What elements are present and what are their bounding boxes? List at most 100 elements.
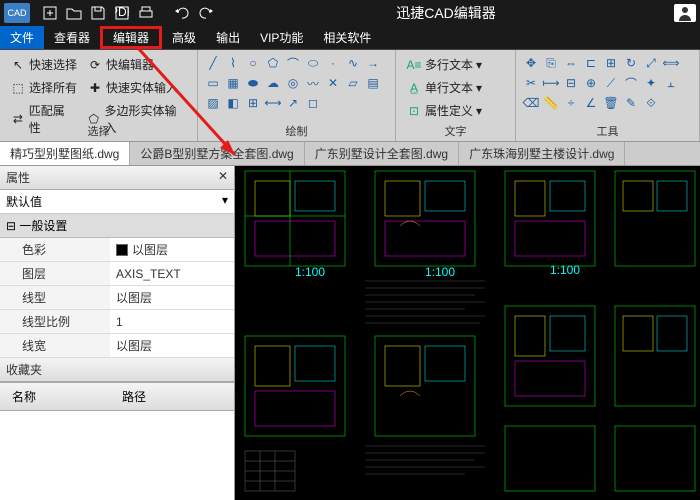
- group-label: 选择: [0, 123, 197, 139]
- prop-row-linetype[interactable]: 线型 以图层: [0, 286, 234, 310]
- props-title: 属性 ✕: [0, 166, 234, 190]
- menu-file[interactable]: 文件: [0, 26, 44, 49]
- quick-editor-button[interactable]: ⟳快编辑器: [83, 54, 158, 75]
- offset-icon[interactable]: ⊏: [582, 54, 600, 72]
- group-label: 文字: [396, 123, 515, 139]
- select-all-icon: ⬚: [10, 80, 26, 96]
- spline-icon[interactable]: ∿: [344, 54, 362, 72]
- chamfer-icon[interactable]: ⟋: [602, 74, 620, 92]
- attr-icon: ⊡: [406, 103, 422, 119]
- donut-icon[interactable]: ◎: [284, 74, 302, 92]
- annotation-icon[interactable]: ✎: [622, 94, 640, 112]
- purge-icon[interactable]: 🗑: [602, 94, 620, 112]
- print-icon[interactable]: [137, 4, 155, 22]
- stretch-icon[interactable]: ⟺: [662, 54, 680, 72]
- move-icon[interactable]: ✥: [522, 54, 540, 72]
- tab-2[interactable]: 公爵B型别墅方案全套图.dwg: [130, 142, 304, 165]
- circle-icon[interactable]: ○: [244, 54, 262, 72]
- ellipse2-icon[interactable]: ⬬: [244, 74, 262, 92]
- svg-text:PDF: PDF: [115, 6, 129, 19]
- mark-icon[interactable]: ✕: [324, 74, 342, 92]
- angle-icon[interactable]: ∠: [582, 94, 600, 112]
- props-default[interactable]: 默认值 ▾: [0, 190, 234, 214]
- explode-icon[interactable]: ✦: [642, 74, 660, 92]
- props-section-general[interactable]: ⊟ 一般设置: [0, 214, 234, 238]
- attr-def-button[interactable]: ⊡属性定义▾: [402, 100, 486, 121]
- rotate-icon[interactable]: ↻: [622, 54, 640, 72]
- scale-icon[interactable]: ⤢: [642, 54, 660, 72]
- close-icon[interactable]: ✕: [218, 169, 228, 186]
- region-icon[interactable]: ▱: [344, 74, 362, 92]
- polyline-icon[interactable]: ⌇: [224, 54, 242, 72]
- name-column[interactable]: 名称: [6, 386, 116, 407]
- array-icon[interactable]: ⊞: [602, 54, 620, 72]
- titlebar: CAD PDF 迅捷CAD编辑器: [0, 0, 700, 26]
- multiline-text-button[interactable]: A≡多行文本▾: [402, 54, 486, 75]
- ray-icon[interactable]: →: [364, 54, 382, 72]
- save-icon[interactable]: [89, 4, 107, 22]
- measure-icon[interactable]: 📏: [542, 94, 560, 112]
- select-all-button[interactable]: ⬚选择所有: [6, 77, 81, 98]
- menu-editor[interactable]: 编辑器: [100, 26, 162, 49]
- break-icon[interactable]: ⊟: [562, 74, 580, 92]
- undo-icon[interactable]: [173, 4, 191, 22]
- menu-viewer[interactable]: 查看器: [44, 26, 100, 49]
- prop-row-layer[interactable]: 图层 AXIS_TEXT: [0, 262, 234, 286]
- single-text-button[interactable]: A̲单行文本▾: [402, 77, 486, 98]
- menu-output[interactable]: 输出: [206, 26, 250, 49]
- user-icon[interactable]: [674, 4, 696, 22]
- wave-icon[interactable]: 〰: [304, 74, 322, 92]
- image-icon[interactable]: ▦: [224, 74, 242, 92]
- tool-icon[interactable]: ⟐: [642, 94, 660, 112]
- align-icon[interactable]: ⫠: [662, 74, 680, 92]
- prop-row-linescale[interactable]: 线型比例 1: [0, 310, 234, 334]
- tab-1[interactable]: 精巧型别墅图纸.dwg: [0, 142, 130, 165]
- table-icon[interactable]: ⊞: [244, 94, 262, 112]
- dropdown-icon: ▾: [222, 193, 228, 207]
- erase-icon[interactable]: ⌫: [522, 94, 540, 112]
- tab-4[interactable]: 广东珠海别墅主楼设计.dwg: [459, 142, 625, 165]
- polygon-icon[interactable]: ⬠: [264, 54, 282, 72]
- join-icon[interactable]: ⊕: [582, 74, 600, 92]
- quick-entity-button[interactable]: ✚快速实体输入: [83, 77, 182, 98]
- document-tabs: 精巧型别墅图纸.dwg 公爵B型别墅方案全套图.dwg 广东别墅设计全套图.dw…: [0, 142, 700, 166]
- line-icon[interactable]: ╱: [204, 54, 222, 72]
- dropdown-icon: ▾: [476, 104, 482, 118]
- cursor-icon: ↖: [10, 57, 26, 73]
- prop-row-lineweight[interactable]: 线宽 以图层: [0, 334, 234, 358]
- block-icon[interactable]: ◻: [304, 94, 322, 112]
- quick-select-button[interactable]: ↖快速选择: [6, 54, 81, 75]
- menu-related[interactable]: 相关软件: [313, 26, 381, 49]
- rect-icon[interactable]: ▭: [204, 74, 222, 92]
- rotate-icon: ⟳: [87, 57, 103, 73]
- trim-icon[interactable]: ✂: [522, 74, 540, 92]
- note-icon[interactable]: ▤: [364, 74, 382, 92]
- new-icon[interactable]: [41, 4, 59, 22]
- hatch-icon[interactable]: ▨: [204, 94, 222, 112]
- tab-3[interactable]: 广东别墅设计全套图.dwg: [305, 142, 459, 165]
- prop-row-color[interactable]: 色彩 以图层: [0, 238, 234, 262]
- menu-advanced[interactable]: 高级: [162, 26, 206, 49]
- redo-icon[interactable]: [197, 4, 215, 22]
- open-icon[interactable]: [65, 4, 83, 22]
- text-icon: A̲: [406, 80, 422, 96]
- pdf-icon[interactable]: PDF: [113, 4, 131, 22]
- dim-icon[interactable]: ⟷: [264, 94, 282, 112]
- path-column[interactable]: 路径: [116, 386, 152, 407]
- arc-icon[interactable]: ⌒: [284, 54, 302, 72]
- extend-icon[interactable]: ⟼: [542, 74, 560, 92]
- cloud-icon[interactable]: ☁: [264, 74, 282, 92]
- svg-text:1:100: 1:100: [425, 265, 455, 279]
- drawing-canvas[interactable]: 1:100 1:100 1:100: [235, 166, 700, 500]
- gradient-icon[interactable]: ◧: [224, 94, 242, 112]
- mirror-icon[interactable]: ⇔: [562, 54, 580, 72]
- point-icon[interactable]: ·: [324, 54, 342, 72]
- menubar: 文件 查看器 编辑器 高级 输出 VIP功能 相关软件: [0, 26, 700, 50]
- menu-vip[interactable]: VIP功能: [250, 26, 313, 49]
- fillet-icon[interactable]: ⌒: [622, 74, 640, 92]
- divide-icon[interactable]: ÷: [562, 94, 580, 112]
- copy-icon[interactable]: ⎘: [542, 54, 560, 72]
- mtext-icon: A≡: [406, 57, 422, 73]
- ellipse-icon[interactable]: ⬭: [304, 54, 322, 72]
- leader-icon[interactable]: ↗: [284, 94, 302, 112]
